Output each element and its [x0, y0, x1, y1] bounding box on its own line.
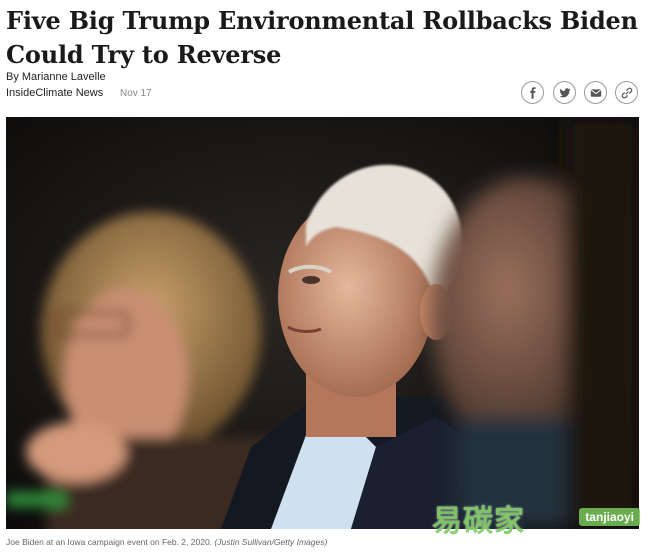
facebook-share-button[interactable] — [521, 81, 544, 104]
facebook-icon — [529, 86, 535, 99]
photo-caption: Joe Biden at an Iowa campaign event on F… — [6, 537, 327, 547]
twitter-share-button[interactable] — [553, 81, 576, 104]
caption-text: Joe Biden at an Iowa campaign event on F… — [6, 537, 213, 547]
link-icon — [621, 87, 632, 98]
copy-link-button[interactable] — [615, 81, 638, 104]
article-photo — [6, 117, 639, 529]
twitter-icon — [559, 87, 570, 97]
email-share-button[interactable] — [584, 81, 607, 104]
publish-date: Nov 17 — [120, 88, 152, 99]
publisher-name: InsideClimate News — [6, 87, 104, 99]
photo-credit: (Justin Sullivan/Getty Images) — [214, 537, 328, 547]
email-icon — [590, 88, 601, 97]
biden-campaign-photo — [6, 117, 639, 529]
article-headline: Five Big Trump Environmental Rollbacks B… — [6, 6, 638, 69]
byline: By Marianne Lavelle — [6, 71, 106, 83]
